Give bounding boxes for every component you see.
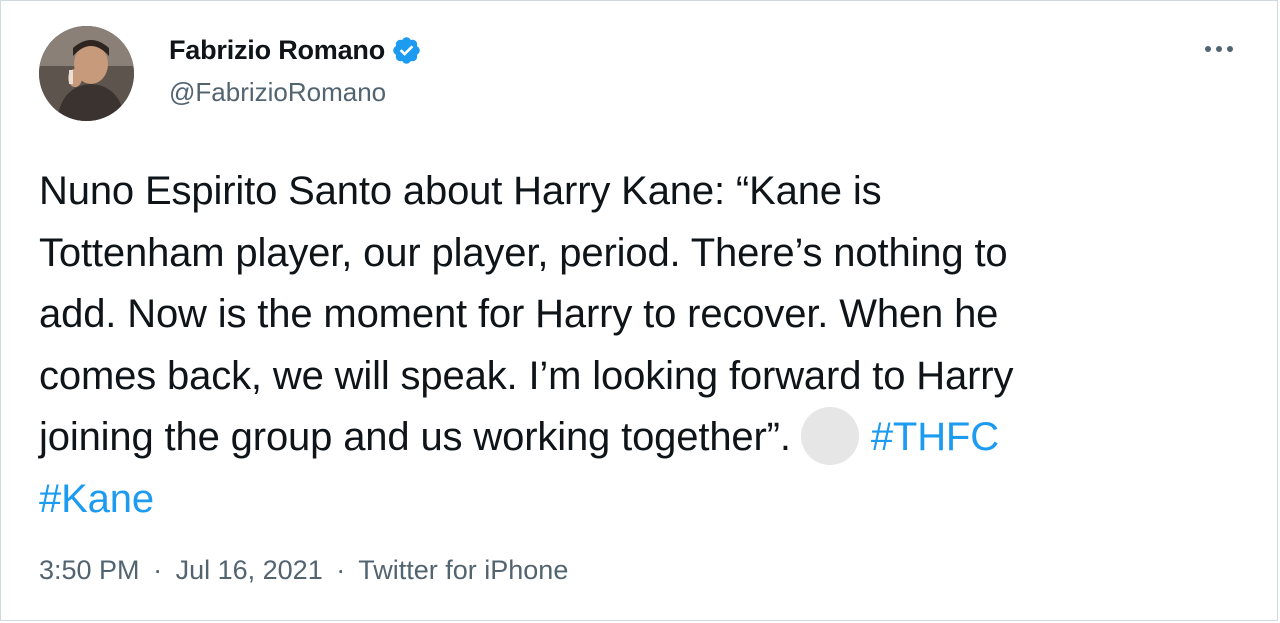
meta-separator: · (336, 555, 346, 585)
tweet-source-link[interactable]: Twitter for iPhone (358, 555, 568, 585)
tweet-text-line: Tottenham player, our player, period. Th… (39, 230, 1008, 275)
tweet-text-segment: joining the group and us working togethe… (39, 415, 791, 459)
hashtag-thfc-link[interactable]: #THFC (871, 415, 999, 459)
more-options-icon-dot (1216, 46, 1222, 52)
tweet-metadata: 3:50 PM · Jul 16, 2021 · Twitter for iPh… (39, 553, 568, 587)
tweet-text: Nuno Espirito Santo about Harry Kane: “K… (39, 161, 1254, 530)
tweet-text-line: add. Now is the moment for Harry to reco… (39, 292, 999, 336)
more-options-icon (1205, 46, 1211, 52)
verified-badge-icon (391, 35, 422, 66)
more-options-button[interactable] (1193, 29, 1245, 69)
tweet-timestamp-time[interactable]: 3:50 PM (39, 555, 140, 585)
author-avatar[interactable] (39, 26, 134, 121)
meta-separator: · (153, 555, 163, 585)
tweet-text-line: Nuno Espirito Santo about Harry Kane: “K… (39, 169, 882, 213)
author-display-name[interactable]: Fabrizio Romano (169, 33, 385, 67)
author-name-row: Fabrizio Romano (169, 33, 422, 67)
tweet-text-line-last: joining the group and us working togethe… (39, 407, 1254, 469)
tweet-text-line: comes back, we will speak. I’m looking f… (39, 353, 1014, 398)
profile-photo (39, 26, 134, 121)
emoji-icon (800, 407, 859, 466)
tweet-text-line: #Kane (39, 469, 1254, 531)
hashtag-kane-link[interactable]: #Kane (39, 477, 154, 521)
tweet-timestamp-date[interactable]: Jul 16, 2021 (176, 555, 323, 585)
author-handle[interactable]: @FabrizioRomano (169, 76, 386, 108)
more-options-icon-dot (1227, 46, 1233, 52)
tweet-card: Fabrizio Romano @FabrizioRomano Nuno Esp… (0, 0, 1278, 621)
